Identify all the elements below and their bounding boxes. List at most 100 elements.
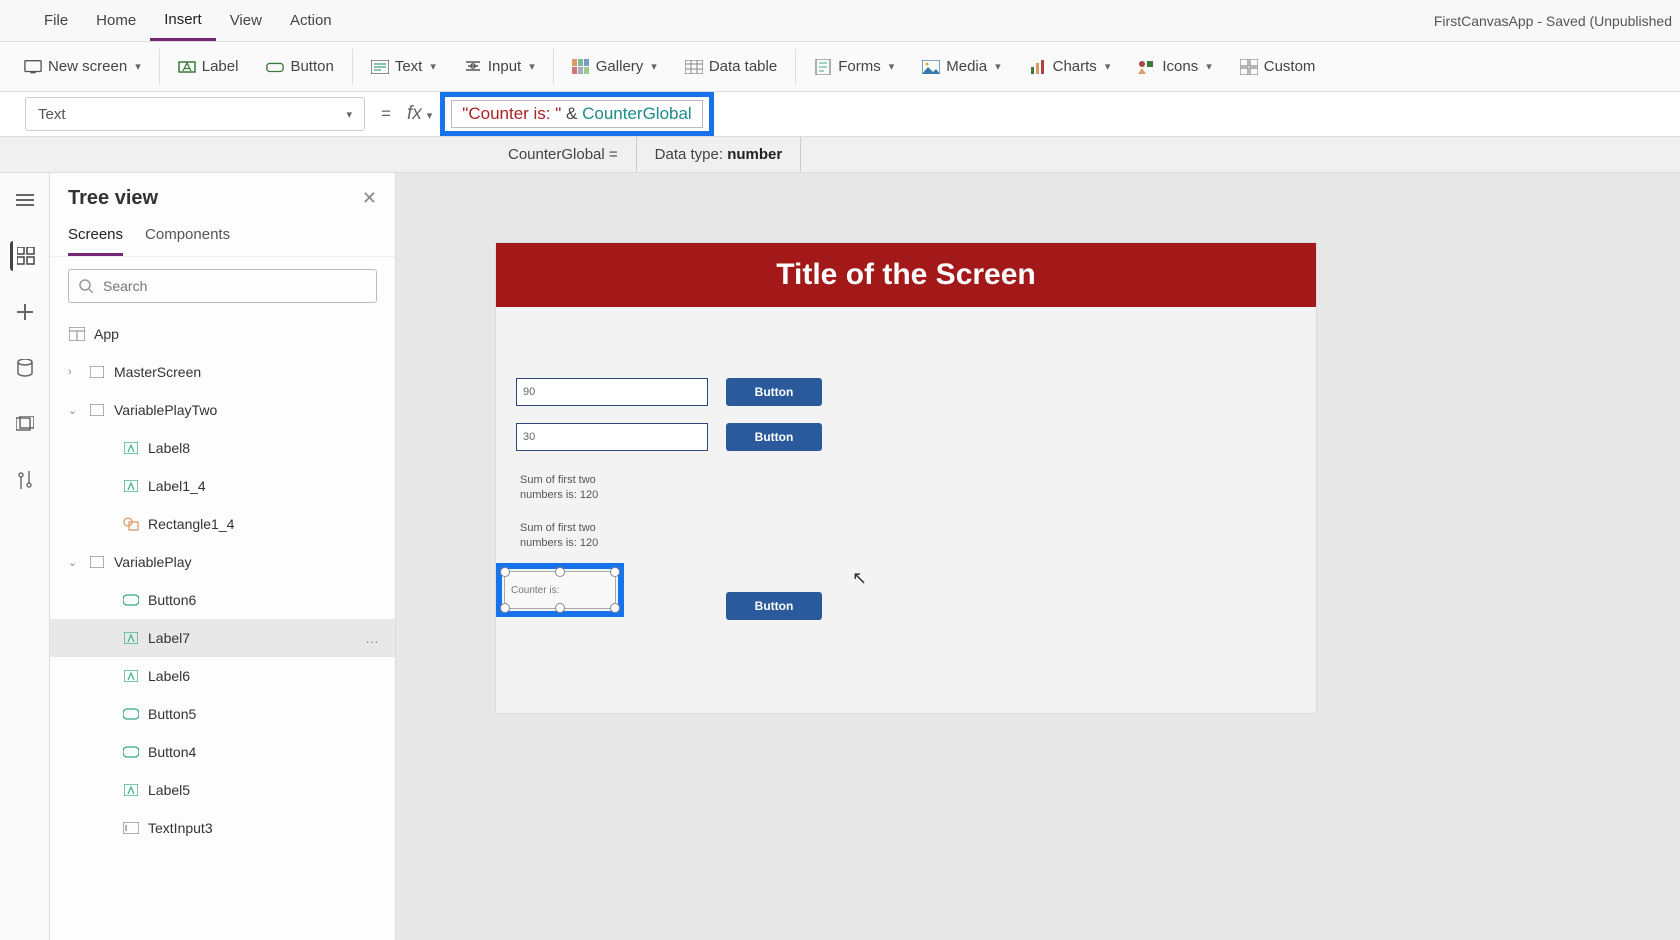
button-icon <box>122 707 140 721</box>
insert-charts-button[interactable]: Charts ▾ <box>1015 42 1125 91</box>
insert-text-button[interactable]: Text ▾ <box>357 42 450 91</box>
resize-handle[interactable] <box>500 567 510 577</box>
tree-item-textinput3[interactable]: TextInput3 <box>50 809 395 847</box>
hamburger-icon[interactable] <box>10 185 40 215</box>
tree-item-rectangle1-4[interactable]: Rectangle1_4 <box>50 505 395 543</box>
separator <box>795 49 796 85</box>
gallery-icon <box>572 58 590 76</box>
tree-list[interactable]: App › MasterScreen ⌄ VariablePlayTwo Lab… <box>50 315 395 940</box>
canvas-button-3[interactable]: Button <box>726 592 822 620</box>
canvas-button-1[interactable]: Button <box>726 378 822 406</box>
media-rail-icon[interactable] <box>10 409 40 439</box>
tree-item-button4[interactable]: Button4 <box>50 733 395 771</box>
new-screen-button[interactable]: New screen ▾ <box>10 42 155 91</box>
data-icon[interactable] <box>10 353 40 383</box>
shape-icon <box>122 517 140 531</box>
tree-item-label: VariablePlay <box>114 554 192 570</box>
insert-input-button[interactable]: Input ▾ <box>450 42 549 91</box>
tree-item-label: Label1_4 <box>148 478 206 494</box>
more-icon[interactable]: … <box>365 630 395 646</box>
insert-gallery-button[interactable]: Gallery ▾ <box>558 42 671 91</box>
chevron-down-icon: ▾ <box>651 60 657 73</box>
insert-forms-button[interactable]: Forms ▾ <box>800 42 908 91</box>
tree-item-variableplay[interactable]: ⌄ VariablePlay <box>50 543 395 581</box>
insert-custom-button[interactable]: Custom <box>1226 42 1330 91</box>
design-screen[interactable]: Title of the Screen Button Button Sum of… <box>496 243 1316 713</box>
resize-handle[interactable] <box>555 603 565 613</box>
insert-icons-button[interactable]: Icons ▾ <box>1124 42 1225 91</box>
canvas-sum-label-1[interactable]: Sum of first two numbers is: 120 <box>520 473 620 504</box>
tree-panel: Tree view ✕ Screens Components App › Mas… <box>50 173 396 940</box>
property-selector-value: Text <box>38 106 66 123</box>
canvas-button-2[interactable]: Button <box>726 423 822 451</box>
menu-home[interactable]: Home <box>82 2 150 39</box>
menu-action[interactable]: Action <box>276 2 346 39</box>
custom-icon <box>1240 58 1258 76</box>
canvas-area[interactable]: Title of the Screen Button Button Sum of… <box>396 173 1680 940</box>
tree-item-label: VariablePlayTwo <box>114 402 217 418</box>
tree-item-button5[interactable]: Button5 <box>50 695 395 733</box>
insert-gallery-label: Gallery <box>596 58 644 75</box>
tab-screens[interactable]: Screens <box>68 218 123 256</box>
insert-text-label: Text <box>395 58 423 75</box>
tree-item-app[interactable]: App <box>50 315 395 353</box>
insert-icons-label: Icons <box>1162 58 1198 75</box>
left-rail <box>0 173 50 940</box>
formula-bar: Text ▾ = fx ▾ "Counter is: " & CounterGl… <box>0 92 1680 137</box>
search-icon <box>79 279 93 293</box>
tree-item-label: Label8 <box>148 440 190 456</box>
tree-item-label1-4[interactable]: Label1_4 <box>50 467 395 505</box>
label-icon <box>122 441 140 455</box>
property-selector[interactable]: Text ▾ <box>25 97 365 131</box>
tree-item-label: Label7 <box>148 630 190 646</box>
tree-item-variableplaytwo[interactable]: ⌄ VariablePlayTwo <box>50 391 395 429</box>
canvas-sum-label-2[interactable]: Sum of first two numbers is: 120 <box>520 521 620 552</box>
insert-datatable-button[interactable]: Data table <box>671 42 791 91</box>
chevron-down-icon: ▾ <box>995 60 1001 73</box>
resize-handle[interactable] <box>610 603 620 613</box>
chevron-down-icon: ▾ <box>1206 60 1212 73</box>
tree-item-label8[interactable]: Label8 <box>50 429 395 467</box>
resize-handle[interactable] <box>500 603 510 613</box>
tree-item-label5[interactable]: Label5 <box>50 771 395 809</box>
formula-type: Data type: number <box>637 137 802 172</box>
tree-item-label: App <box>94 326 119 342</box>
tree-search[interactable] <box>68 269 377 303</box>
screen-title-bar[interactable]: Title of the Screen <box>496 243 1316 307</box>
charts-icon <box>1029 58 1047 76</box>
menu-file[interactable]: File <box>30 2 82 39</box>
plus-icon[interactable] <box>10 297 40 327</box>
insert-button-text: Button <box>290 58 333 75</box>
tree-item-masterscreen[interactable]: › MasterScreen <box>50 353 395 391</box>
caret-down-icon[interactable]: ⌄ <box>68 404 80 417</box>
canvas-input-2[interactable] <box>516 423 708 451</box>
tree-item-button6[interactable]: Button6 <box>50 581 395 619</box>
forms-icon <box>814 58 832 76</box>
close-icon[interactable]: ✕ <box>362 188 377 209</box>
tree-item-label7[interactable]: Label7 … <box>50 619 395 657</box>
label-icon <box>122 783 140 797</box>
tools-icon[interactable] <box>10 465 40 495</box>
canvas-input-1[interactable] <box>516 378 708 406</box>
button-icon <box>122 745 140 759</box>
tab-components[interactable]: Components <box>145 218 230 256</box>
caret-right-icon[interactable]: › <box>68 366 80 378</box>
resize-handle[interactable] <box>555 567 565 577</box>
caret-down-icon[interactable]: ⌄ <box>68 556 80 569</box>
treeview-icon[interactable] <box>10 241 40 271</box>
formula-input[interactable]: "Counter is: " & CounterGlobal <box>451 100 702 128</box>
canvas-label7-control[interactable]: Counter is: <box>504 571 616 609</box>
chevron-down-icon: ▾ <box>889 60 895 73</box>
app-icon <box>68 327 86 341</box>
menu-view[interactable]: View <box>216 2 276 39</box>
menu-insert[interactable]: Insert <box>150 1 216 41</box>
resize-handle[interactable] <box>610 567 620 577</box>
insert-label-button[interactable]: Label <box>164 42 253 91</box>
insert-media-button[interactable]: Media ▾ <box>908 42 1014 91</box>
fx-label[interactable]: fx ▾ <box>407 103 440 125</box>
menubar: File Home Insert View Action FirstCanvas… <box>0 0 1680 42</box>
tree-search-input[interactable] <box>101 277 366 295</box>
tree-item-label6[interactable]: Label6 <box>50 657 395 695</box>
insert-button-button[interactable]: Button <box>252 42 347 91</box>
formula-result-bar: CounterGlobal = Data type: number <box>0 137 1680 173</box>
